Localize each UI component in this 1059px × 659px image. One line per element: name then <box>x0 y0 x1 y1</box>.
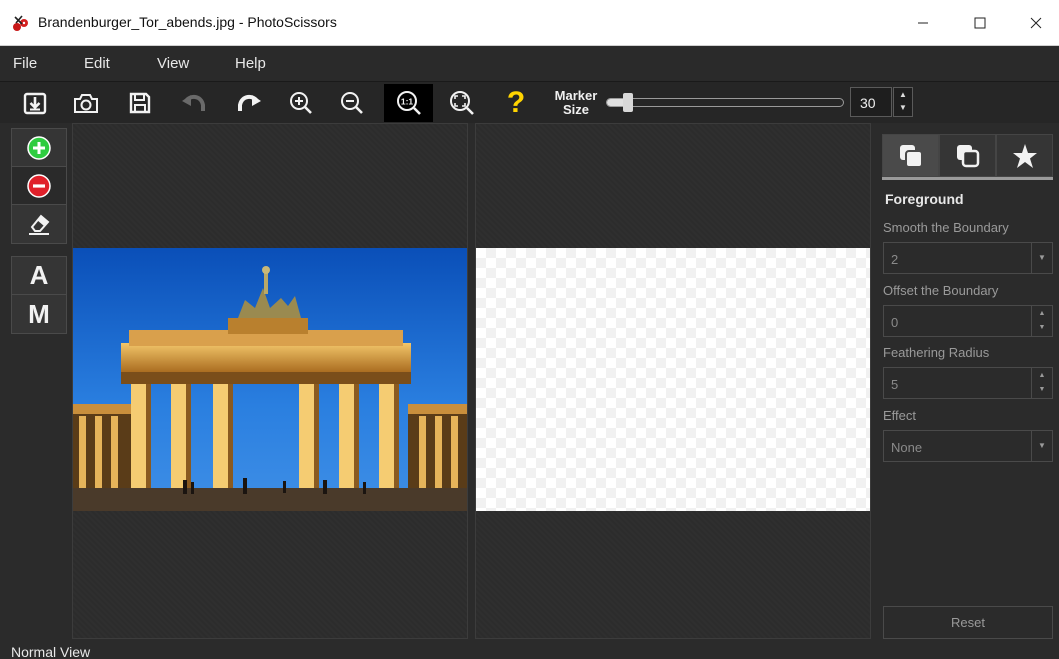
offset-boundary-value: 0 <box>891 315 899 330</box>
zoom-in-button[interactable] <box>282 84 320 122</box>
marker-size-spinner[interactable]: ▲ ▼ <box>893 87 913 117</box>
menu-view[interactable]: View <box>157 55 189 72</box>
add-foreground-icon <box>27 135 51 160</box>
remove-background-tool[interactable] <box>12 167 66 205</box>
spin-up-icon[interactable]: ▲ <box>894 88 912 101</box>
tab-background[interactable] <box>939 134 996 177</box>
foreground-tab-icon <box>899 144 923 168</box>
tool-palette: A M <box>0 123 72 643</box>
svg-text:1:1: 1:1 <box>400 97 413 107</box>
effect-select[interactable]: None ▼ <box>883 430 1053 462</box>
open-icon <box>23 92 47 115</box>
feathering-radius-value: 5 <box>891 377 899 392</box>
effect-label: Effect <box>883 408 917 423</box>
marker-tool-group <box>11 128 67 244</box>
menu-edit[interactable]: Edit <box>84 55 110 72</box>
eraser-icon <box>29 214 50 235</box>
status-bar: Normal View <box>0 643 1059 659</box>
marker-size-slider-thumb[interactable] <box>623 93 633 112</box>
zoom-in-icon <box>290 92 312 114</box>
tab-effects[interactable] <box>996 134 1053 177</box>
camera-button[interactable] <box>67 84 105 122</box>
zoom-out-icon <box>341 92 363 114</box>
maximize-icon <box>974 17 986 29</box>
transparent-result-area <box>476 248 870 511</box>
menu-bar: File Edit View Help <box>0 47 1059 81</box>
smooth-boundary-label: Smooth the Boundary <box>883 220 1009 235</box>
effect-value: None <box>891 440 923 455</box>
menu-file[interactable]: File <box>13 55 37 72</box>
smooth-boundary-value: 2 <box>891 252 899 267</box>
redo-button[interactable] <box>230 84 268 122</box>
spinner-arrows-icon[interactable]: ▲ ▼ <box>1031 306 1052 336</box>
zoom-out-button[interactable] <box>333 84 371 122</box>
marker-size-input[interactable]: 30 <box>850 87 892 117</box>
close-button[interactable] <box>1013 0 1059 46</box>
camera-icon <box>74 94 98 113</box>
source-canvas[interactable] <box>72 123 468 639</box>
panel-heading: Foreground <box>885 191 964 207</box>
reset-button[interactable]: Reset <box>883 606 1053 639</box>
title-bar: Brandenburger_Tor_abends.jpg - PhotoScis… <box>0 0 1059 46</box>
undo-button[interactable] <box>175 84 213 122</box>
source-photo[interactable] <box>73 248 467 511</box>
offset-boundary-label: Offset the Boundary <box>883 283 999 298</box>
save-icon <box>129 92 151 114</box>
eraser-tool[interactable] <box>12 205 66 243</box>
marker-size-label: Marker Size <box>554 88 598 117</box>
settings-tabs <box>882 134 1053 180</box>
spin-down-icon[interactable]: ▼ <box>894 101 912 114</box>
effects-tab-icon <box>1012 143 1037 168</box>
remove-background-icon <box>27 173 51 198</box>
background-tab-icon <box>956 144 979 167</box>
chevron-down-icon[interactable]: ▼ <box>1031 431 1052 461</box>
redo-icon <box>238 94 261 111</box>
minimize-icon <box>918 22 928 24</box>
tab-foreground[interactable] <box>882 134 939 177</box>
open-button[interactable] <box>16 84 54 122</box>
menu-help[interactable]: Help <box>235 55 266 72</box>
feathering-radius-label: Feathering Radius <box>883 345 990 360</box>
status-text: Normal View <box>11 644 91 659</box>
toolbar: 1:1 ? Marker Size 30 ▲ ▼ <box>0 81 1059 123</box>
smooth-boundary-select[interactable]: 2 ▼ <box>883 242 1053 274</box>
settings-panel: Foreground Smooth the Boundary 2 ▼ Offse… <box>871 123 1059 643</box>
zoom-fit-icon <box>450 91 474 115</box>
window-title: Brandenburger_Tor_abends.jpg - PhotoScis… <box>38 14 337 30</box>
maximize-button[interactable] <box>957 0 1003 46</box>
close-icon <box>1030 17 1042 29</box>
result-canvas[interactable] <box>475 123 871 639</box>
zoom-actual-icon: 1:1 <box>396 91 421 115</box>
manual-mode-label: M <box>28 298 50 329</box>
marker-size-slider[interactable] <box>606 93 844 112</box>
auto-mode-tool[interactable]: A <box>12 257 66 295</box>
help-icon: ? <box>506 86 526 119</box>
zoom-fit-button[interactable] <box>443 84 481 122</box>
help-button[interactable]: ? <box>497 84 535 122</box>
chevron-down-icon[interactable]: ▼ <box>1031 243 1052 273</box>
mode-tool-group: A M <box>11 256 67 334</box>
minimize-button[interactable] <box>900 0 946 46</box>
zoom-actual-button[interactable]: 1:1 <box>384 84 433 122</box>
add-foreground-tool[interactable] <box>12 129 66 167</box>
feathering-radius-input[interactable]: 5 ▲ ▼ <box>883 367 1053 399</box>
save-button[interactable] <box>121 84 159 122</box>
spinner-arrows-icon[interactable]: ▲ ▼ <box>1031 368 1052 398</box>
undo-icon <box>182 94 205 111</box>
manual-mode-tool[interactable]: M <box>12 295 66 333</box>
auto-mode-label: A <box>29 260 49 290</box>
offset-boundary-input[interactable]: 0 ▲ ▼ <box>883 305 1053 337</box>
photoscissors-window: Brandenburger_Tor_abends.jpg - PhotoScis… <box>0 0 1059 659</box>
photoscissors-logo-icon <box>13 15 28 31</box>
